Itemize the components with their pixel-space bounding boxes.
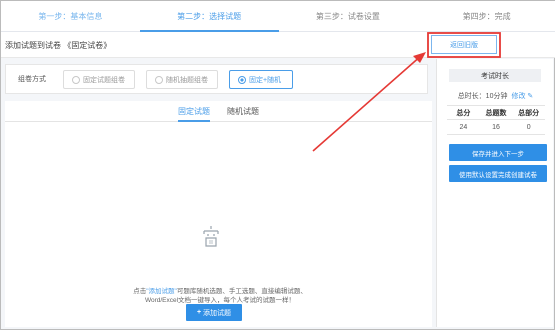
annotation-arrow-icon (312, 32, 501, 152)
